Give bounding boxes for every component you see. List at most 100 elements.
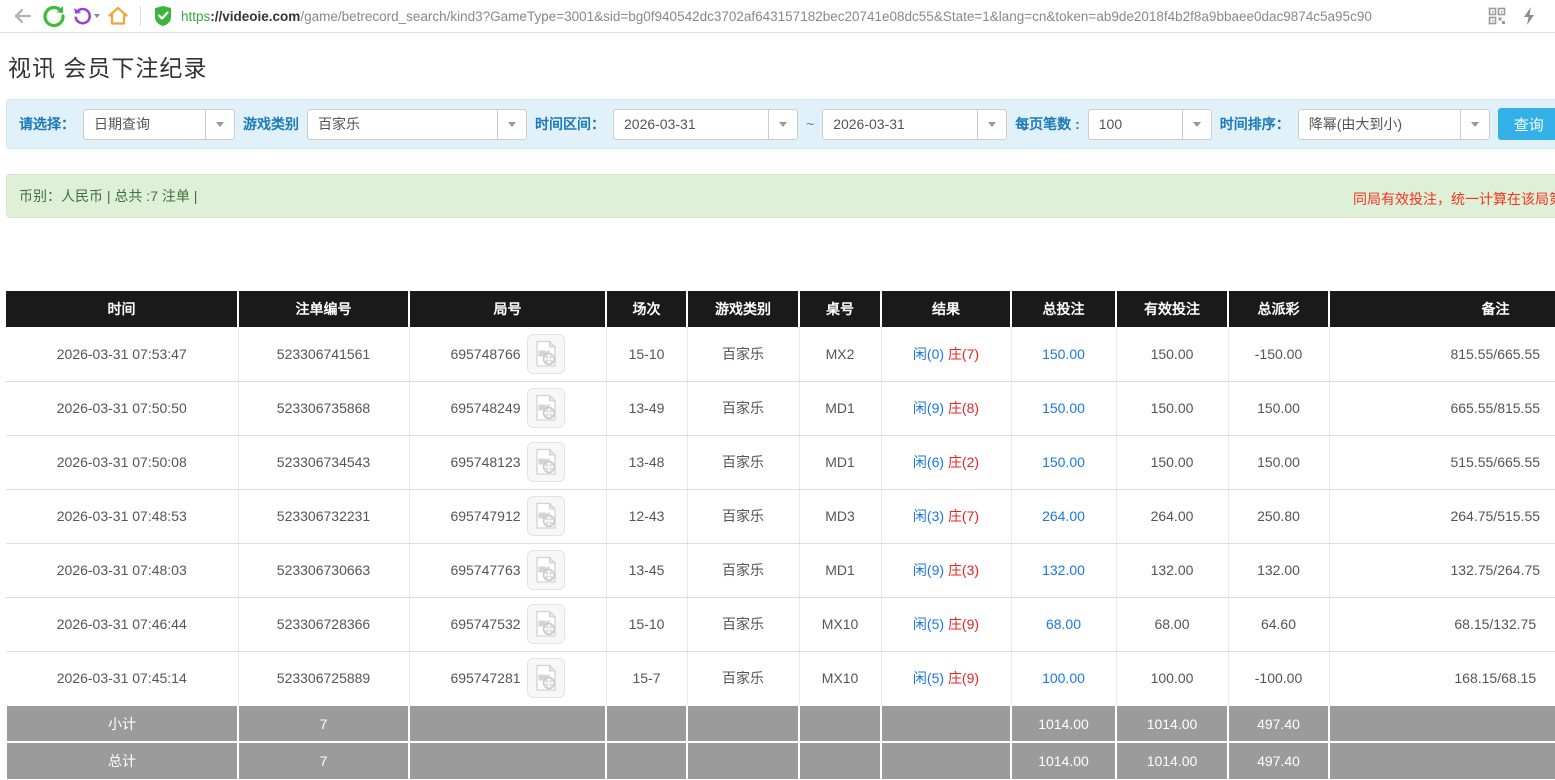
cell-game-type: 百家乐: [687, 489, 800, 544]
cell-valid-bet: 68.00: [1116, 597, 1229, 652]
result-player: 闲(6): [912, 454, 945, 470]
search-button[interactable]: 查询: [1497, 108, 1555, 140]
footer-label: 小计: [5, 704, 239, 742]
summary-notice: 同局有效投注，统一计算在该局第: [1353, 191, 1555, 207]
chevron-down-icon[interactable]: [768, 109, 797, 139]
cell-game-type: 百家乐: [687, 381, 800, 436]
query-type-select[interactable]: 日期查询: [83, 108, 235, 140]
column-header-10: 备注: [1329, 291, 1555, 327]
footer-session: [605, 704, 688, 742]
sort-order-select[interactable]: 降幂(由大到小): [1297, 108, 1490, 140]
video-replay-button[interactable]: [526, 604, 565, 644]
page-content: 视讯 会员下注纪录 请选择： 日期查询 游戏类别 百家乐 时间区间： 2026-…: [0, 49, 1555, 779]
video-replay-button[interactable]: [526, 496, 565, 536]
chevron-down-icon[interactable]: [1181, 109, 1211, 139]
result-player: 闲(9): [912, 562, 945, 578]
cell-table-no: MD1: [799, 435, 882, 490]
footer-round: [408, 741, 607, 779]
refresh-icon[interactable]: [40, 3, 68, 29]
round-id-wrap: 695747532: [450, 604, 565, 644]
round-id-text: 695748766: [450, 345, 521, 362]
footer-game: [686, 741, 800, 779]
result-player: 闲(0): [912, 345, 945, 362]
total-bet-link[interactable]: 150.00: [1042, 400, 1085, 416]
page-size-value: 100: [1098, 116, 1123, 132]
cell-payout: 132.00: [1228, 543, 1330, 598]
chevron-down-icon[interactable]: [205, 109, 234, 139]
round-id-wrap: 695748249: [450, 388, 565, 428]
back-icon[interactable]: [8, 3, 36, 29]
cell-table-no: MD1: [799, 381, 882, 436]
video-replay-button[interactable]: [526, 550, 565, 590]
cell-remark: 68.15/132.75: [1329, 597, 1555, 652]
footer-remark: [1328, 741, 1555, 779]
cell-session: 15-7: [606, 651, 688, 706]
footer-result: [880, 704, 1012, 742]
total-bet-link[interactable]: 150.00: [1042, 346, 1085, 362]
home-icon[interactable]: [104, 3, 132, 29]
cell-result: 闲(0) 庄(7): [881, 327, 1012, 382]
table-row-1: 2026-03-31 07:50:50 523306735868 695748249…: [6, 381, 1555, 436]
cell-remark: 515.55/665.55: [1329, 435, 1555, 490]
chevron-down-icon[interactable]: [977, 109, 1007, 139]
result-player: 闲(3): [912, 508, 945, 524]
total-bet-link[interactable]: 68.00: [1046, 616, 1081, 632]
cell-table-no: MD3: [799, 489, 882, 544]
cell-round-id: 695748123: [409, 435, 607, 490]
cell-result: 闲(5) 庄(9): [881, 651, 1012, 706]
qr-code-icon[interactable]: [1483, 3, 1511, 29]
footer-session: [605, 741, 688, 779]
cell-remark: 264.75/515.55: [1329, 489, 1555, 544]
page-size-select[interactable]: 100: [1087, 108, 1212, 140]
round-id-text: 695748249: [450, 400, 521, 416]
security-shield-icon[interactable]: [149, 3, 177, 29]
chevron-down-icon[interactable]: [497, 109, 526, 139]
cell-result: 闲(9) 庄(3): [881, 543, 1012, 598]
cell-result: 闲(3) 庄(7): [881, 489, 1012, 544]
total-bet-link[interactable]: 150.00: [1042, 454, 1085, 470]
table-row-5: 2026-03-31 07:46:44 523306728366 695747532…: [6, 597, 1555, 652]
cell-valid-bet: 264.00: [1116, 489, 1229, 544]
video-replay-button[interactable]: [526, 333, 565, 374]
footer-payout: 497.40: [1227, 704, 1330, 742]
video-replay-button[interactable]: [526, 442, 565, 482]
cell-time: 2026-03-31 07:50:08: [6, 435, 239, 490]
cell-table-no: MX10: [799, 597, 882, 652]
game-type-select[interactable]: 百家乐: [307, 108, 527, 140]
footer-remark: [1328, 704, 1555, 742]
cell-session: 15-10: [606, 327, 688, 382]
round-id-text: 695747281: [450, 669, 521, 686]
undo-dropdown-icon[interactable]: [94, 14, 100, 18]
total-bet-link[interactable]: 100.00: [1042, 670, 1085, 686]
undo-icon[interactable]: [72, 3, 100, 29]
url-scheme: https: [181, 8, 211, 24]
table-header-row: 时间 注单编号 局号 场次 游戏类别 桌号 结果 总投注 有效投注 总派彩 备注: [6, 291, 1555, 327]
round-id-wrap: 695747281: [450, 657, 565, 698]
date-from-select[interactable]: 2026-03-31: [613, 108, 798, 140]
cell-round-id: 695747532: [409, 597, 607, 652]
summary-bar: 币别：人民币 | 总共 :7 注单 | 同局有效投注，统一计算在该局第: [6, 174, 1555, 218]
cell-payout: -100.00: [1228, 651, 1330, 706]
round-id-text: 695748123: [450, 454, 521, 470]
round-id-wrap: 695747763: [450, 550, 565, 590]
lightning-icon[interactable]: [1515, 3, 1543, 29]
cell-bet-id: 523306728366: [238, 597, 410, 652]
cell-valid-bet: 150.00: [1116, 381, 1229, 436]
address-bar[interactable]: https://videoie.com/game/betrecord_searc…: [181, 9, 1483, 24]
total-bet-link[interactable]: 132.00: [1042, 562, 1085, 578]
cell-remark: 815.55/665.55: [1329, 327, 1555, 382]
video-replay-button[interactable]: [526, 657, 565, 698]
footer-label: 总计: [5, 741, 239, 779]
video-replay-button[interactable]: [526, 388, 565, 428]
cell-remark: 168.15/68.15: [1329, 651, 1555, 706]
date-to-select[interactable]: 2026-03-31: [822, 108, 1008, 140]
total-bet-link[interactable]: 264.00: [1042, 508, 1085, 524]
chevron-down-icon[interactable]: [1459, 109, 1489, 139]
cell-time: 2026-03-31 07:46:44: [6, 597, 239, 652]
cell-payout: 250.80: [1228, 489, 1330, 544]
cell-round-id: 695748766: [409, 327, 607, 382]
cell-bet-id: 523306732231: [238, 489, 410, 544]
cell-payout: -150.00: [1228, 327, 1330, 382]
result-player: 闲(5): [912, 616, 945, 632]
column-header-9: 总派彩: [1228, 291, 1330, 327]
